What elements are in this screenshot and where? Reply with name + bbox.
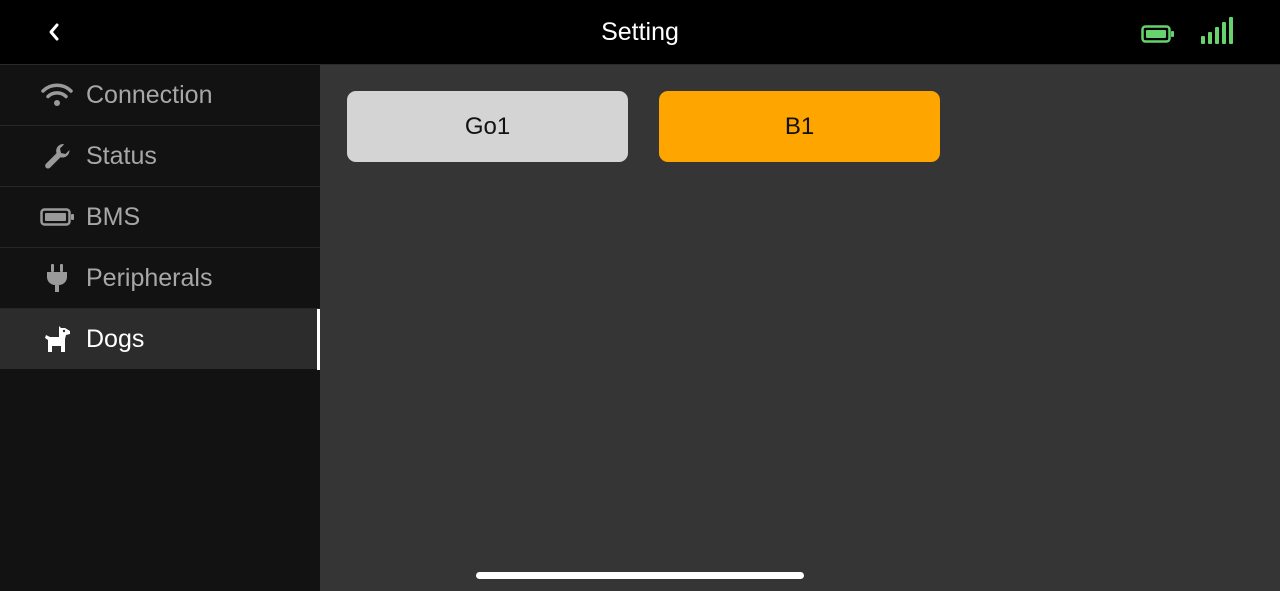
plug-icon xyxy=(38,262,76,294)
wifi-icon xyxy=(38,79,76,111)
sidebar-item-label: Connection xyxy=(86,80,213,109)
sidebar-item-bms[interactable]: BMS xyxy=(0,187,320,248)
main-panel: Go1 B1 xyxy=(320,65,1280,591)
sidebar-item-label: BMS xyxy=(86,202,141,231)
signal-icon xyxy=(1201,17,1233,44)
sidebar-item-label: Peripherals xyxy=(86,263,213,292)
top-bar: Setting xyxy=(0,0,1280,65)
wrench-icon xyxy=(38,140,76,172)
go1-button[interactable]: Go1 xyxy=(347,91,628,162)
app-root: Setting Connection Status BMS Peripheral… xyxy=(0,0,1280,591)
dog-icon xyxy=(38,323,76,355)
sidebar-item-peripherals[interactable]: Peripherals xyxy=(0,248,320,309)
back-button[interactable] xyxy=(36,14,72,50)
chevron-left-icon xyxy=(49,23,59,41)
battery-icon xyxy=(1141,25,1174,43)
page-title: Setting xyxy=(601,18,679,46)
sidebar: Connection Status BMS Peripherals Dogs xyxy=(0,65,320,591)
battery-icon xyxy=(38,201,76,233)
b1-button[interactable]: B1 xyxy=(659,91,940,162)
sidebar-item-connection[interactable]: Connection xyxy=(0,65,320,126)
sidebar-item-dogs[interactable]: Dogs xyxy=(0,309,320,370)
sidebar-item-label: Status xyxy=(86,141,157,170)
sidebar-item-label: Dogs xyxy=(86,324,145,353)
sidebar-item-status[interactable]: Status xyxy=(0,126,320,187)
home-indicator[interactable] xyxy=(476,572,804,579)
